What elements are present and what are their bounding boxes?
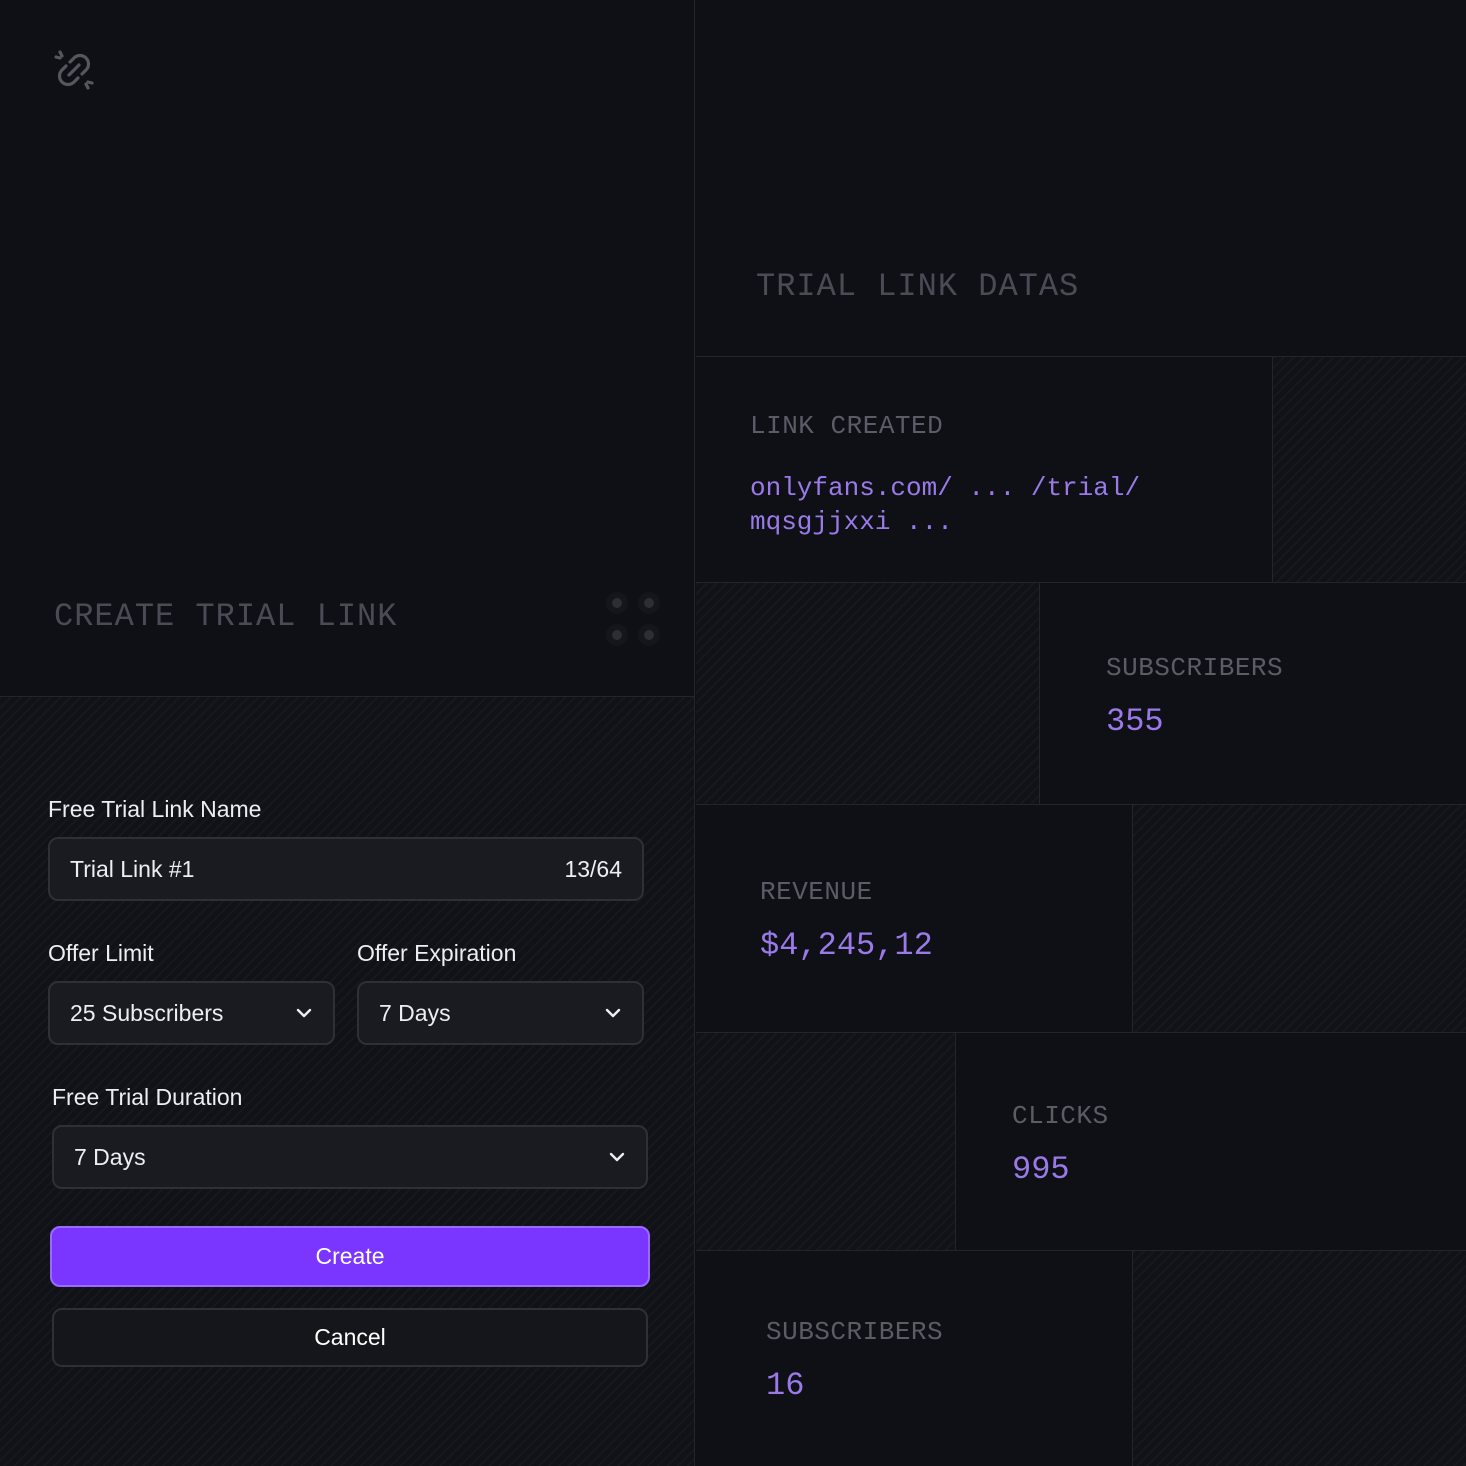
offer-expiration-select[interactable]: 7 Days [357, 981, 644, 1045]
link-created-card: LINK CREATED onlyfans.com/ ... /trial/ m… [696, 357, 1273, 583]
create-trial-link-title: CREATE TRIAL LINK [54, 598, 398, 635]
character-counter: 13/64 [564, 855, 622, 882]
subscribers-label-2: SUBSCRIBERS [766, 1317, 944, 1347]
data-header-panel: TRIAL LINK DATAS [696, 0, 1466, 357]
clicks-value: 995 [1012, 1151, 1070, 1188]
trial-link-datas-title: TRIAL LINK DATAS [756, 268, 1080, 305]
subscribers-label: SUBSCRIBERS [1106, 653, 1284, 683]
revenue-label: REVENUE [760, 877, 873, 907]
link-url-line2[interactable]: mqsgjjxxi ... [750, 505, 953, 539]
chevron-down-icon [605, 1008, 621, 1018]
hatch-fill [1133, 1251, 1466, 1466]
create-header-panel: CREATE TRIAL LINK [0, 0, 695, 697]
chevron-down-icon [609, 1152, 625, 1162]
chevron-down-icon [296, 1008, 312, 1018]
revenue-card: REVENUE $4,245,12 [696, 805, 1133, 1033]
subscribers-value: 355 [1106, 703, 1164, 740]
offer-expiration-value: 7 Days [379, 999, 451, 1026]
hatch-fill [696, 1033, 956, 1251]
link-name-value: Trial Link #1 [70, 855, 195, 882]
subscribers-card-2: SUBSCRIBERS 16 [696, 1251, 1133, 1466]
cancel-button[interactable]: Cancel [52, 1308, 648, 1367]
hatch-fill [1133, 805, 1466, 1033]
link-name-label: Free Trial Link Name [48, 796, 262, 822]
broken-link-icon [54, 50, 94, 90]
subscribers-value-2: 16 [766, 1367, 805, 1404]
offer-limit-value: 25 Subscribers [70, 999, 224, 1026]
link-url-line1[interactable]: onlyfans.com/ ... /trial/ [750, 471, 1140, 505]
link-created-label: LINK CREATED [750, 411, 944, 441]
clicks-label: CLICKS [1012, 1101, 1109, 1131]
hatch-fill [1273, 357, 1466, 583]
offer-expiration-label: Offer Expiration [357, 940, 517, 966]
clicks-card: CLICKS 995 [956, 1033, 1466, 1251]
link-name-input[interactable]: Trial Link #1 13/64 [48, 837, 644, 901]
trial-duration-select[interactable]: 7 Days [52, 1125, 648, 1189]
revenue-value: $4,245,12 [760, 927, 933, 964]
subscribers-card: SUBSCRIBERS 355 [1040, 583, 1466, 805]
create-button[interactable]: Create [50, 1226, 650, 1287]
hatch-fill [696, 583, 1040, 805]
grip-dots-icon[interactable] [604, 590, 662, 648]
trial-duration-value: 7 Days [74, 1143, 146, 1170]
offer-limit-label: Offer Limit [48, 940, 154, 966]
offer-limit-select[interactable]: 25 Subscribers [48, 981, 335, 1045]
trial-duration-label: Free Trial Duration [52, 1084, 243, 1110]
